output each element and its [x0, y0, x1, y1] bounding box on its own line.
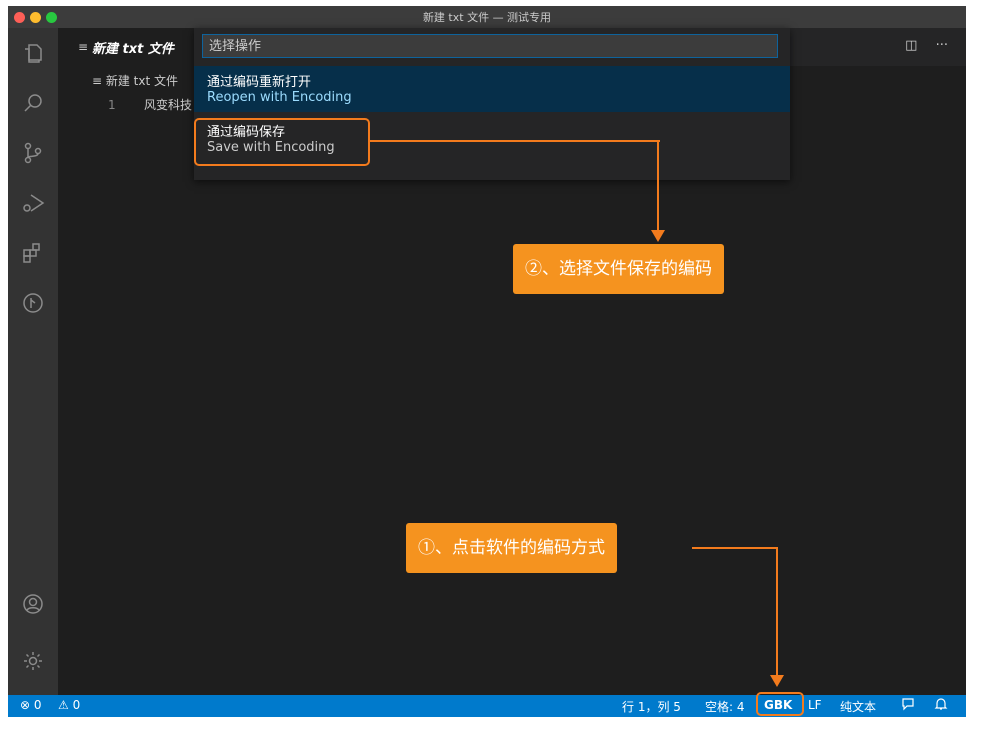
- explorer-icon[interactable]: [8, 32, 58, 72]
- account-icon[interactable]: [8, 583, 58, 623]
- editor-actions: ◫ ···: [905, 38, 948, 53]
- step1-connector: [776, 547, 778, 677]
- status-bar: ⊗ 0 ⚠ 0 行 1，列 5 空格: 4 GBK LF 纯文本: [8, 695, 966, 717]
- title-bar: 新建 txt 文件 — 测试专用: [8, 6, 966, 28]
- breadcrumb[interactable]: ≡ 新建 txt 文件: [92, 72, 178, 89]
- line-text[interactable]: 风变科技: [144, 98, 192, 112]
- text-file-icon: ≡: [78, 40, 89, 54]
- warnings-indicator[interactable]: ⚠ 0: [58, 698, 80, 712]
- language-mode[interactable]: 纯文本: [840, 698, 876, 715]
- option-reopen-with-encoding[interactable]: 通过编码重新打开 Reopen with Encoding: [194, 66, 790, 112]
- step2-arrowhead-icon: [651, 230, 665, 242]
- cursor-position[interactable]: 行 1，列 5: [622, 698, 681, 715]
- tab-label: 新建 txt 文件: [92, 42, 174, 57]
- tab-new-txt-file[interactable]: ≡ 新建 txt 文件: [58, 28, 206, 66]
- bell-icon[interactable]: [934, 697, 948, 714]
- run-debug-icon[interactable]: [8, 182, 58, 222]
- step1-connector: [692, 547, 778, 549]
- errors-indicator[interactable]: ⊗ 0: [20, 698, 42, 712]
- more-actions-icon[interactable]: ···: [936, 38, 948, 53]
- option-title: 通过编码重新打开: [207, 75, 312, 90]
- editor-line[interactable]: 1 风变科技: [108, 96, 192, 113]
- quick-pick-input[interactable]: [202, 34, 778, 58]
- vscode-window: 新建 txt 文件 — 测试专用 ≡ 新建 txt 文件 ◫ ··· ≡ 新建 …: [8, 6, 966, 717]
- settings-gear-icon[interactable]: [8, 640, 58, 680]
- step2-connector: [370, 140, 660, 142]
- step2-callout: ②、选择文件保存的编码: [513, 244, 724, 294]
- save-with-encoding-highlight: [194, 118, 370, 166]
- indentation[interactable]: 空格: 4: [705, 698, 745, 715]
- step2-connector: [657, 140, 659, 234]
- timeline-icon[interactable]: [8, 282, 58, 322]
- window-title: 新建 txt 文件 — 测试专用: [422, 11, 552, 24]
- source-control-icon[interactable]: [8, 132, 58, 172]
- encoding-highlight: [756, 692, 804, 716]
- step1-arrowhead-icon: [770, 675, 784, 687]
- line-number: 1: [108, 98, 116, 112]
- split-editor-icon[interactable]: ◫: [905, 38, 917, 53]
- extensions-icon[interactable]: [8, 232, 58, 272]
- eol-button[interactable]: LF: [808, 698, 822, 712]
- step1-callout: ①、点击软件的编码方式: [406, 523, 617, 573]
- search-icon[interactable]: [8, 82, 58, 122]
- feedback-icon[interactable]: [901, 697, 915, 714]
- option-subtitle: Reopen with Encoding: [207, 90, 352, 105]
- activity-bar: [8, 28, 58, 695]
